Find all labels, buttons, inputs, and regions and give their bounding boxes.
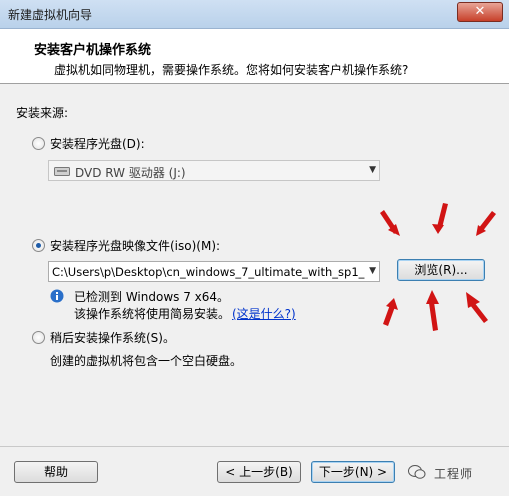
footer-divider — [0, 446, 509, 447]
radio-later-label[interactable]: 稍后安装操作系统(S)。 — [50, 329, 175, 346]
wizard-header: 安装客户机操作系统 虚拟机如同物理机，需要操作系统。您将如何安装客户机操作系统? — [0, 29, 509, 84]
easy-install-text: 该操作系统将使用简易安装。 — [74, 307, 231, 321]
page-subtitle: 虚拟机如同物理机，需要操作系统。您将如何安装客户机操作系统? — [54, 63, 409, 77]
red-arrow-icon — [432, 224, 444, 234]
help-button[interactable]: 帮助 — [14, 461, 98, 483]
red-arrow-icon — [426, 290, 439, 304]
radio-iso[interactable] — [32, 239, 45, 252]
annotation-arrows — [380, 203, 496, 331]
back-button[interactable]: < 上一步(B) — [217, 461, 301, 483]
close-icon: ✕ — [474, 4, 486, 19]
watermark-text: 工程师 — [434, 467, 474, 481]
watermark: 工程师 — [408, 461, 504, 485]
title-bar: 新建虚拟机向导 ✕ — [0, 0, 509, 29]
disc-drive-value: DVD RW 驱动器 (J:) — [75, 166, 186, 180]
red-arrow-icon — [429, 302, 438, 331]
iso-path-value: C:\Users\p\Desktop\cn_windows_7_ultimate… — [52, 265, 365, 279]
iso-path-combo[interactable]: C:\Users\p\Desktop\cn_windows_7_ultimate… — [48, 261, 380, 282]
close-button[interactable]: ✕ — [457, 2, 503, 22]
radio-disc[interactable] — [32, 137, 45, 150]
window-title: 新建虚拟机向导 — [8, 8, 93, 22]
later-description: 创建的虚拟机将包含一个空白硬盘。 — [50, 354, 243, 368]
red-arrow-icon — [437, 203, 448, 228]
radio-iso-label[interactable]: 安装程序光盘映像文件(iso)(M): — [50, 237, 220, 254]
info-icon — [50, 289, 64, 303]
detected-os-text: 已检测到 Windows 7 x64。 — [74, 290, 230, 304]
page-title: 安装客户机操作系统 — [34, 43, 152, 58]
source-label: 安装来源: — [16, 106, 69, 120]
wechat-icon — [408, 465, 426, 479]
dvd-drive-icon — [54, 167, 70, 176]
disc-drive-select[interactable]: DVD RW 驱动器 (J:) ▼ — [48, 160, 380, 181]
next-button[interactable]: 下一步(N) > — [311, 461, 395, 483]
whats-this-link[interactable]: (这是什么?) — [232, 305, 296, 322]
radio-disc-label[interactable]: 安装程序光盘(D): — [50, 135, 145, 152]
radio-later[interactable] — [32, 331, 45, 344]
chevron-down-icon: ▼ — [369, 165, 376, 175]
